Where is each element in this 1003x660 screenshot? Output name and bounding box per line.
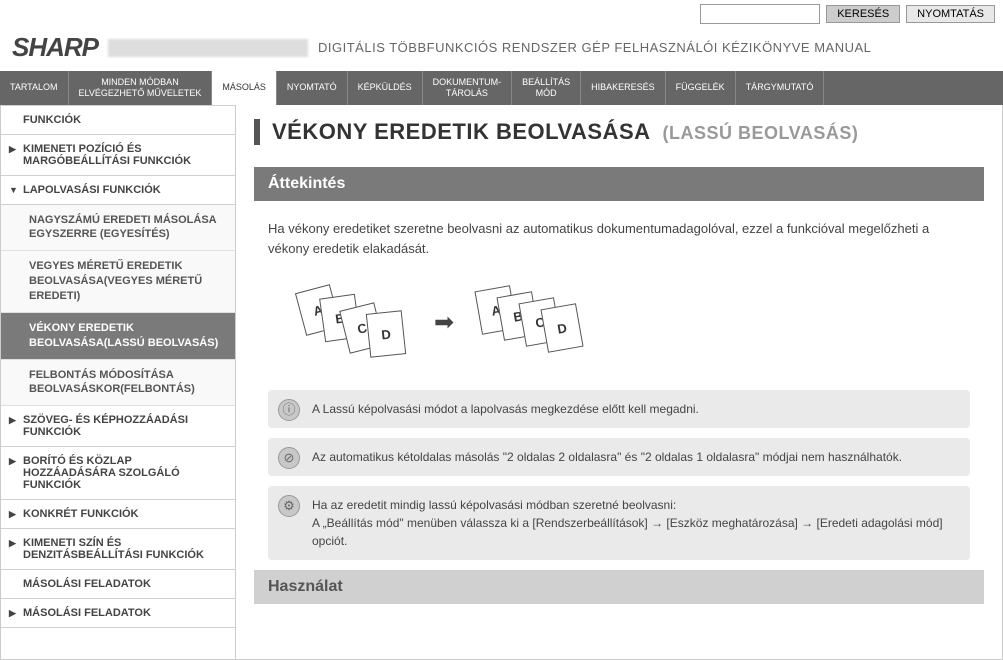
main-area: FUNKCIÓK ▶ KIMENETI POZÍCIÓ ÉS MARGÓBEÁLLÍ… [0,105,1003,660]
page-title-main: VÉKONY EREDETIK BEOLVASÁSA [272,119,651,145]
section-usage: Használat [254,570,984,604]
docs-before: A B C D [294,282,414,362]
nav-item[interactable]: MÁSOLÁSI FELADATOK [1,570,235,599]
nav-tabs: TARTALOMMINDEN MÓDBAN ELVÉGEZHETŐ MŰVELE… [0,71,1003,105]
nav-label: MÁSOLÁSI FELADATOK [23,607,151,619]
nav-label: KIMENETI POZÍCIÓ ÉS MARGÓBEÁLLÍTÁSI FUNK… [23,143,191,167]
search-button[interactable]: KERESÉS [826,5,900,23]
nav-label: KONKRÉT FUNKCIÓK [23,508,139,520]
nav-item[interactable]: ▼ LAPOLVASÁSI FUNKCIÓK [1,176,235,205]
note-icon: ⓘ [278,399,300,421]
note-icon: ⚙ [278,495,300,517]
sub-item[interactable]: VEGYES MÉRETŰ EREDETIK BEOLVASÁSA(VEGYES… [1,251,235,313]
overview-text: Ha vékony eredetiket szeretne beolvasni … [254,219,984,283]
caret-icon: ▼ [9,185,18,195]
header-text: DIGITÁLIS TÖBBFUNKCIÓS RENDSZER GÉP FELH… [318,40,871,55]
tab-5[interactable]: DOKUMENTUM- TÁROLÁS [423,71,513,105]
search-input[interactable] [700,4,820,24]
tab-9[interactable]: TÁRGYMUTATÓ [736,71,825,105]
logo: SHARP [12,32,98,63]
note-text: A Lassú képolvasási módot a lapolvasás m… [312,402,699,416]
sub-item[interactable]: FELBONTÁS MÓDOSÍTÁSA BEOLVASÁSKOR(FELBON… [1,360,235,407]
nav-item[interactable]: ▶ MÁSOLÁSI FELADATOK [1,599,235,628]
section-overview: Áttekintés [254,167,984,201]
tab-3[interactable]: NYOMTATÓ [277,71,348,105]
tab-6[interactable]: BEÁLLÍTÁS MÓD [512,71,581,105]
nav-item[interactable]: ▶ KIMENETI SZÍN ÉS DENZITÁSBEÁLLÍTÁSI FUN… [1,529,235,570]
nav-label: LAPOLVASÁSI FUNKCIÓK [23,184,161,196]
diagram: A B C D ➡ A B C D [254,282,984,390]
caret-icon: ▶ [9,144,16,155]
nav-label: SZÖVEG- ÉS KÉPHOZZÁADÁSI FUNKCIÓK [23,414,188,438]
nav-item[interactable]: ▶ KONKRÉT FUNKCIÓK [1,500,235,529]
note-box: ⚙ Ha az eredetit mindig lassú képolvasási… [268,486,970,560]
nav-item[interactable]: ▶ SZÖVEG- ÉS KÉPHOZZÁADÁSI FUNKCIÓK [1,406,235,447]
note-icon: ⊘ [278,447,300,469]
caret-icon: ▶ [9,538,16,549]
tab-0[interactable]: TARTALOM [0,71,69,105]
nav-label: FUNKCIÓK [23,114,81,126]
tab-4[interactable]: KÉPKÜLDÉS [348,71,423,105]
nav-label: KIMENETI SZÍN ÉS DENZITÁSBEÁLLÍTÁSI FUNK… [23,537,204,561]
caret-icon: ▶ [9,415,16,426]
page-title-sub: (LASSÚ BEOLVASÁS) [663,123,859,144]
caret-icon: ▶ [9,456,16,467]
model-blur [108,39,308,57]
note-box: ⊘ Az automatikus kétoldalas másolás "2 ol… [268,438,970,476]
tab-1[interactable]: MINDEN MÓDBAN ELVÉGEZHETŐ MŰVELETEK [69,71,213,105]
note-text: Ha az eredetit mindig lassú képolvasási … [312,498,943,548]
nav-item[interactable]: FUNKCIÓK [1,105,235,135]
tab-8[interactable]: FÜGGELÉK [666,71,736,105]
tab-7[interactable]: HIBAKERESÉS [581,71,666,105]
content[interactable]: VÉKONY EREDETIK BEOLVASÁSA (LASSÚ BEOLVA… [236,105,1002,659]
arrow-icon: ➡ [434,308,454,337]
caret-icon: ▶ [9,608,16,619]
note-text: Az automatikus kétoldalas másolás "2 old… [312,450,902,464]
top-bar: KERESÉS NYOMTATÁS [0,0,1003,28]
nav-label: BORÍTÓ ÉS KÖZLAP HOZZÁADÁSÁRA SZOLGÁLÓ F… [23,455,180,491]
sub-item[interactable]: NAGYSZÁMÚ EREDETI MÁSOLÁSA EGYSZERRE (EG… [1,205,235,252]
sidebar[interactable]: FUNKCIÓK ▶ KIMENETI POZÍCIÓ ÉS MARGÓBEÁLLÍ… [1,105,236,659]
caret-icon: ▶ [9,509,16,520]
page-title: VÉKONY EREDETIK BEOLVASÁSA (LASSÚ BEOLVA… [254,119,984,145]
print-button[interactable]: NYOMTATÁS [906,5,995,23]
nav-label: MÁSOLÁSI FELADATOK [23,578,151,590]
tab-2[interactable]: MÁSOLÁS [212,71,277,105]
nav-item[interactable]: ▶ KIMENETI POZÍCIÓ ÉS MARGÓBEÁLLÍTÁSI FUN… [1,135,235,176]
sub-item[interactable]: VÉKONY EREDETIK BEOLVASÁSA(LASSÚ BEOLVAS… [1,313,235,360]
docs-after: A B C D [474,282,594,362]
nav-item[interactable]: ▶ BORÍTÓ ÉS KÖZLAP HOZZÁADÁSÁRA SZOLGÁLÓ … [1,447,235,500]
note-box: ⓘ A Lassú képolvasási módot a lapolvasás … [268,390,970,428]
header: SHARP DIGITÁLIS TÖBBFUNKCIÓS RENDSZER GÉ… [0,28,1003,71]
